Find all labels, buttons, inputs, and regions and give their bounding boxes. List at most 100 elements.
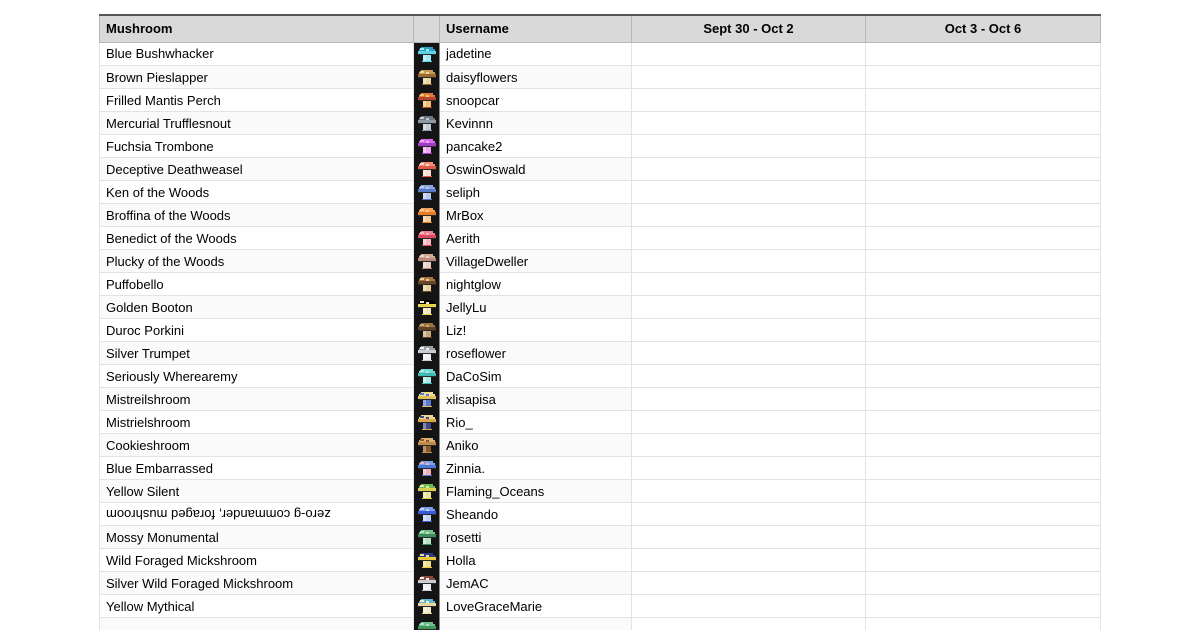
cell-username[interactable]: pancake2 — [439, 134, 632, 158]
cell-mushroom-icon[interactable] — [413, 594, 440, 618]
cell-username[interactable]: Flaming_Oceans — [439, 479, 632, 503]
cell-date-range-1[interactable] — [631, 479, 866, 503]
cell-date-range-1[interactable] — [631, 525, 866, 549]
cell-date-range-2[interactable] — [865, 272, 1101, 296]
cell-username[interactable]: Kevinnn — [439, 111, 632, 135]
table-row[interactable]: Brown Pieslapper daisyflowers — [99, 65, 1101, 89]
cell-username[interactable]: OswinOswald — [439, 157, 632, 181]
cell-date-range-1[interactable] — [631, 548, 866, 572]
table-row[interactable]: Mistrielshroom Rio_ — [99, 410, 1101, 434]
cell-date-range-2[interactable] — [865, 387, 1101, 411]
cell-mushroom-icon[interactable] — [413, 525, 440, 549]
cell-date-range-2[interactable] — [865, 433, 1101, 457]
cell-mushroom-icon[interactable] — [413, 111, 440, 135]
cell-mushroom-icon[interactable] — [413, 249, 440, 273]
cell-mushroom-name[interactable]: Yellow Silent — [99, 479, 414, 503]
table-row[interactable]: Ken of the Woods seliph — [99, 180, 1101, 204]
cell-username[interactable]: snoopcar — [439, 88, 632, 112]
cell-username[interactable]: seliph — [439, 180, 632, 204]
table-row[interactable]: Cookieshroom Aniko — [99, 433, 1101, 457]
cell-mushroom-icon[interactable] — [413, 456, 440, 480]
cell-mushroom-icon[interactable] — [413, 180, 440, 204]
cell-mushroom-name[interactable] — [99, 617, 414, 630]
cell-date-range-1[interactable] — [631, 364, 866, 388]
cell-mushroom-name[interactable]: zero-g commander, foraged mushroom — [99, 502, 414, 526]
cell-date-range-1[interactable] — [631, 617, 866, 630]
cell-mushroom-name[interactable]: Fuchsia Trombone — [99, 134, 414, 158]
table-row[interactable]: Golden Booton JellyLu — [99, 295, 1101, 319]
cell-mushroom-name[interactable]: Blue Embarrassed — [99, 456, 414, 480]
cell-date-range-2[interactable] — [865, 249, 1101, 273]
cell-date-range-1[interactable] — [631, 387, 866, 411]
cell-mushroom-name[interactable]: Wild Foraged Mickshroom — [99, 548, 414, 572]
cell-mushroom-name[interactable]: Golden Booton — [99, 295, 414, 319]
cell-username[interactable]: JellyLu — [439, 295, 632, 319]
cell-mushroom-icon[interactable] — [413, 88, 440, 112]
cell-mushroom-name[interactable]: Puffobello — [99, 272, 414, 296]
cell-date-range-1[interactable] — [631, 249, 866, 273]
column-header-mushroom[interactable]: Mushroom — [99, 14, 414, 43]
cell-username[interactable]: Zinnia. — [439, 456, 632, 480]
cell-username[interactable]: jadetine — [439, 41, 632, 66]
cell-date-range-1[interactable] — [631, 318, 866, 342]
cell-date-range-2[interactable] — [865, 295, 1101, 319]
cell-mushroom-icon[interactable] — [413, 387, 440, 411]
cell-date-range-1[interactable] — [631, 502, 866, 526]
cell-date-range-2[interactable] — [865, 525, 1101, 549]
cell-date-range-2[interactable] — [865, 88, 1101, 112]
table-row[interactable]: Yellow Mythical LoveGraceMarie — [99, 594, 1101, 618]
table-row[interactable]: Puffobello nightglow — [99, 272, 1101, 296]
column-header-date-range-1[interactable]: Sept 30 - Oct 2 — [631, 14, 866, 43]
cell-mushroom-name[interactable]: Duroc Porkini — [99, 318, 414, 342]
cell-username[interactable]: MrBox — [439, 203, 632, 227]
cell-mushroom-name[interactable]: Broffina of the Woods — [99, 203, 414, 227]
cell-username[interactable]: rosetti — [439, 525, 632, 549]
cell-mushroom-icon[interactable] — [413, 318, 440, 342]
cell-username[interactable]: Aniko — [439, 433, 632, 457]
cell-mushroom-name[interactable]: Frilled Mantis Perch — [99, 88, 414, 112]
cell-date-range-2[interactable] — [865, 364, 1101, 388]
cell-username[interactable]: Sheando — [439, 502, 632, 526]
table-row[interactable]: Fuchsia Trombone pancake2 — [99, 134, 1101, 158]
cell-mushroom-icon[interactable] — [413, 272, 440, 296]
cell-username[interactable]: daisyflowers — [439, 65, 632, 89]
cell-mushroom-name[interactable]: Mistreilshroom — [99, 387, 414, 411]
table-row[interactable]: Mercurial Trufflesnout Kevinnn — [99, 111, 1101, 135]
cell-mushroom-name[interactable]: Ken of the Woods — [99, 180, 414, 204]
cell-username[interactable]: roseflower — [439, 341, 632, 365]
cell-date-range-1[interactable] — [631, 594, 866, 618]
cell-date-range-1[interactable] — [631, 203, 866, 227]
cell-date-range-2[interactable] — [865, 41, 1101, 66]
cell-date-range-2[interactable] — [865, 65, 1101, 89]
cell-mushroom-icon[interactable] — [413, 617, 440, 630]
table-row[interactable]: Frilled Mantis Perch snoopcar — [99, 88, 1101, 112]
cell-mushroom-name[interactable]: Plucky of the Woods — [99, 249, 414, 273]
cell-date-range-1[interactable] — [631, 157, 866, 181]
table-row[interactable]: Seriously Wherearemy DaCoSim — [99, 364, 1101, 388]
cell-date-range-2[interactable] — [865, 180, 1101, 204]
cell-username[interactable]: Holla — [439, 548, 632, 572]
table-row[interactable]: Duroc Porkini Liz! — [99, 318, 1101, 342]
column-header-username[interactable]: Username — [439, 14, 632, 43]
cell-date-range-2[interactable] — [865, 226, 1101, 250]
cell-mushroom-icon[interactable] — [413, 203, 440, 227]
cell-date-range-1[interactable] — [631, 111, 866, 135]
cell-mushroom-icon[interactable] — [413, 295, 440, 319]
cell-username[interactable] — [439, 617, 632, 630]
table-row[interactable]: Blue Embarrassed Zinnia. — [99, 456, 1101, 480]
cell-date-range-2[interactable] — [865, 617, 1101, 630]
cell-date-range-1[interactable] — [631, 433, 866, 457]
cell-username[interactable]: DaCoSim — [439, 364, 632, 388]
cell-mushroom-name[interactable]: Silver Trumpet — [99, 341, 414, 365]
table-row[interactable]: Blue Bushwhacker jadetine — [99, 41, 1101, 66]
cell-mushroom-icon[interactable] — [413, 433, 440, 457]
table-row-clipped[interactable] — [99, 617, 1101, 630]
cell-date-range-1[interactable] — [631, 88, 866, 112]
cell-username[interactable]: LoveGraceMarie — [439, 594, 632, 618]
cell-mushroom-name[interactable]: Benedict of the Woods — [99, 226, 414, 250]
cell-username[interactable]: VillageDweller — [439, 249, 632, 273]
cell-username[interactable]: nightglow — [439, 272, 632, 296]
cell-mushroom-name[interactable]: Cookieshroom — [99, 433, 414, 457]
cell-mushroom-icon[interactable] — [413, 364, 440, 388]
table-row[interactable]: Silver Wild Foraged Mickshroom JemAC — [99, 571, 1101, 595]
